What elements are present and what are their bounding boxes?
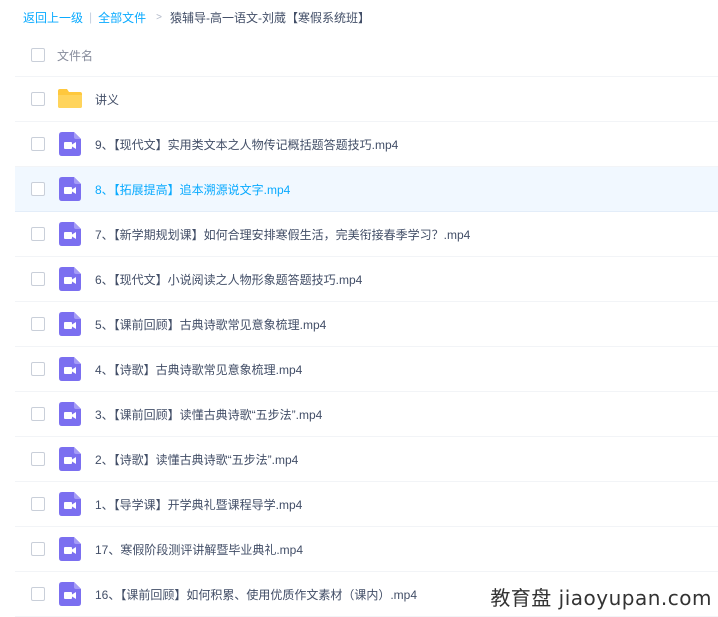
file-row[interactable]: 7、【新学期规划课】如何合理安排寒假生活，完美衔接春季学习？.mp4 [15,212,718,257]
row-checkbox[interactable] [31,587,45,601]
current-folder-title: 猿辅导-高一语文-刘蒇【寒假系统班】 [170,10,370,25]
file-row[interactable]: 4、【诗歌】古典诗歌常见意象梳理.mp4 [15,347,718,392]
video-file-icon [59,312,85,336]
file-name-link[interactable]: 6、【现代文】小说阅读之人物形象题答题技巧.mp4 [95,271,362,288]
row-checkbox[interactable] [31,542,45,556]
file-name-link[interactable]: 7、【新学期规划课】如何合理安排寒假生活，完美衔接春季学习？.mp4 [95,226,470,243]
breadcrumb: 返回上一级 | 全部文件 > 猿辅导-高一语文-刘蒇【寒假系统班】 [0,0,718,34]
video-file-icon [59,267,85,291]
file-list: 文件名 讲义 9、【现代文】实用类文本之人物传记概括题答题技巧.mp4 8、【拓展提… [15,34,718,617]
breadcrumb-divider: | [89,10,93,24]
file-name-link[interactable]: 5、【课前回顾】古典诗歌常见意象梳理.mp4 [95,316,326,333]
file-row[interactable]: 1、【导学课】开学典礼暨课程导学.mp4 [15,482,718,527]
all-files-link[interactable]: 全部文件 [98,9,146,26]
row-checkbox[interactable] [31,182,45,196]
row-checkbox[interactable] [31,137,45,151]
video-file-icon [59,222,85,246]
video-file-icon [59,402,85,426]
file-row[interactable]: 6、【现代文】小说阅读之人物形象题答题技巧.mp4 [15,257,718,302]
watermark: 教育盘 jiaoyupan.com [490,586,712,610]
file-row[interactable]: 9、【现代文】实用类文本之人物传记概括题答题技巧.mp4 [15,122,718,167]
row-checkbox[interactable] [31,407,45,421]
file-row[interactable]: 2、【诗歌】读懂古典诗歌“五步法”.mp4 [15,437,718,482]
video-file-icon [59,132,85,156]
video-file-icon [59,177,85,201]
row-checkbox[interactable] [31,362,45,376]
file-name-link[interactable]: 2、【诗歌】读懂古典诗歌“五步法”.mp4 [95,451,298,468]
row-checkbox[interactable] [31,272,45,286]
video-file-icon [59,582,85,606]
file-name-link[interactable]: 3、【课前回顾】读懂古典诗歌“五步法”.mp4 [95,406,322,423]
row-checkbox[interactable] [31,227,45,241]
chevron-right-icon: > [156,11,162,23]
folder-icon [57,87,83,111]
column-header-name[interactable]: 文件名 [57,47,93,64]
row-checkbox[interactable] [31,497,45,511]
select-all-checkbox[interactable] [31,48,45,62]
video-file-icon [59,447,85,471]
back-link[interactable]: 返回上一级 [23,9,83,26]
file-row[interactable]: 3、【课前回顾】读懂古典诗歌“五步法”.mp4 [15,392,718,437]
file-name-link[interactable]: 17、寒假阶段测评讲解暨毕业典礼.mp4 [95,541,303,558]
file-row[interactable]: 5、【课前回顾】古典诗歌常见意象梳理.mp4 [15,302,718,347]
file-name-link[interactable]: 9、【现代文】实用类文本之人物传记概括题答题技巧.mp4 [95,136,398,153]
row-checkbox[interactable] [31,92,45,106]
file-row[interactable]: 讲义 [15,77,718,122]
video-file-icon [59,357,85,381]
file-row[interactable]: 8、【拓展提高】追本溯源说文字.mp4 [15,167,718,212]
video-file-icon [59,492,85,516]
row-checkbox[interactable] [31,317,45,331]
video-file-icon [59,537,85,561]
list-header: 文件名 [15,34,718,77]
file-name-link[interactable]: 8、【拓展提高】追本溯源说文字.mp4 [95,181,290,198]
row-checkbox[interactable] [31,452,45,466]
file-name-link[interactable]: 16、【课前回顾】如何积累、使用优质作文素材（课内）.mp4 [95,586,417,603]
file-row[interactable]: 17、寒假阶段测评讲解暨毕业典礼.mp4 [15,527,718,572]
file-name-link[interactable]: 4、【诗歌】古典诗歌常见意象梳理.mp4 [95,361,302,378]
file-name-link[interactable]: 讲义 [95,91,119,108]
file-name-link[interactable]: 1、【导学课】开学典礼暨课程导学.mp4 [95,496,302,513]
